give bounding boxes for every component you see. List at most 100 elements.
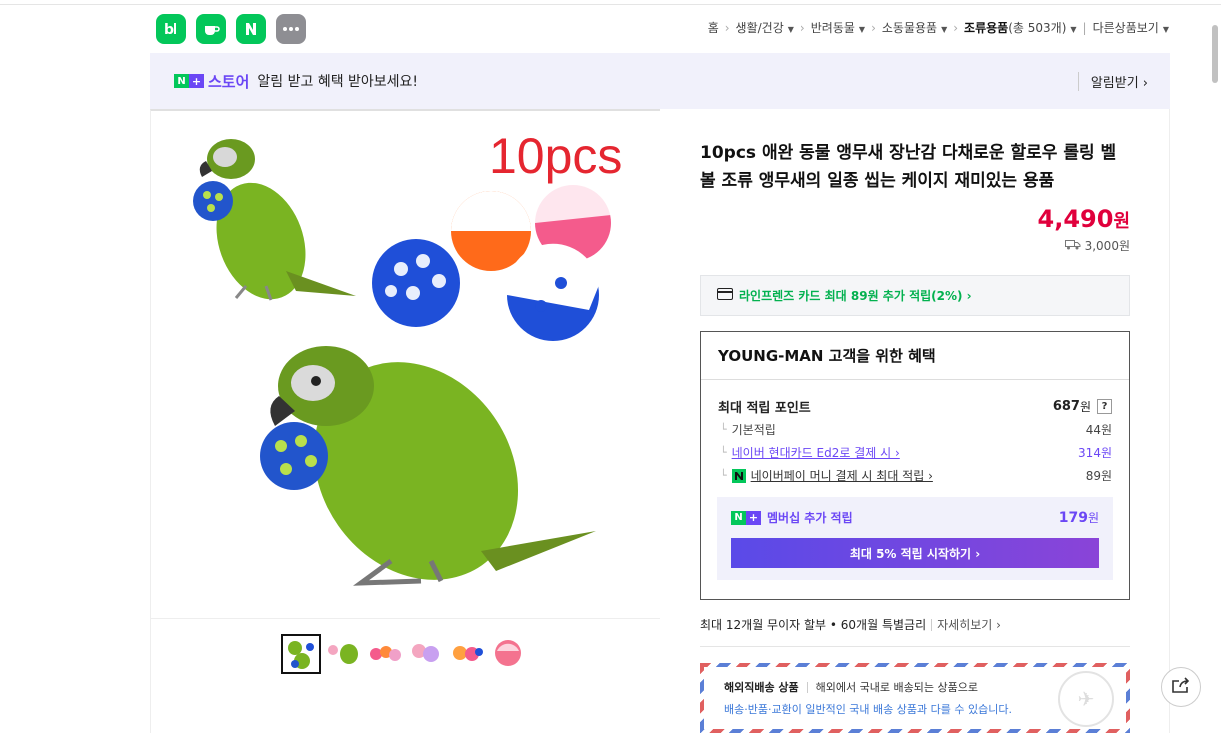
scrollbar-thumb[interactable]	[1212, 25, 1218, 83]
basic-points-value: 44원	[1085, 423, 1112, 437]
other-products-dropdown[interactable]: 다른상품보기 ▼	[1093, 19, 1169, 36]
tree-branch-icon: └	[720, 423, 727, 436]
membership-box: N + 멤버십 추가 적립 179원 최대 5% 적립 시작하기 ›	[717, 497, 1113, 580]
thumbnail-4[interactable]	[408, 634, 444, 672]
store-alert-banner: N + 스토어 알림 받고 혜택 받아보세요! 알림받기 ›	[150, 53, 1170, 109]
product-info: 10pcs 애완 동물 앵무새 장난감 다채로운 할로우 롤링 벨 볼 조류 앵…	[700, 139, 1130, 254]
membership-label: 멤버십 추가 적립	[767, 511, 853, 525]
airplane-stamp-icon: ✈	[1058, 671, 1114, 727]
customer-benefit-box: YOUNG-MAN 고객을 위한 혜택 최대 적립 포인트 687 원 ? └ 기본…	[700, 331, 1130, 600]
installment-text: 최대 12개월 무이자 할부 • 60개월 특별금리	[700, 618, 927, 632]
max-points-unit: 원	[1079, 399, 1091, 414]
blog-icon[interactable]: b	[156, 14, 186, 44]
installment-more-link[interactable]: 자세히보기 ›	[937, 616, 1001, 633]
installment-info: 최대 12개월 무이자 할부 • 60개월 특별금리 자세히보기 ›	[700, 616, 1130, 633]
npay-money-value: 89원	[1085, 469, 1112, 483]
membership-value: 179	[1058, 510, 1088, 526]
basic-points-label: 기본적립	[731, 423, 776, 437]
overseas-delivery-notice: 해외직배송 상품 해외에서 국내로 배송되는 상품으로 배송·반품·교환이 일반…	[700, 663, 1130, 733]
thumbnail-6[interactable]	[490, 634, 526, 672]
product-main-image[interactable]: 10pcs	[150, 109, 660, 619]
badge-n: N	[174, 74, 189, 88]
share-button[interactable]	[1161, 667, 1201, 707]
breadcrumb-pets[interactable]: 반려동물 ▼	[811, 19, 865, 36]
chevron-right-icon: ›	[953, 20, 959, 35]
naver-plus-badge: N +	[731, 510, 761, 525]
hyundai-card-link: 네이버 현대카드 Ed2로 결제 시 ›	[731, 446, 900, 460]
breadcrumb-label: 조류용품	[964, 21, 1009, 35]
alarm-button[interactable]: 알림받기 ›	[1077, 72, 1148, 91]
benefit-title: YOUNG-MAN 고객을 위한 혜택	[701, 332, 1129, 380]
caret-down-icon: ▼	[1162, 25, 1169, 34]
badge-plus: +	[746, 510, 761, 525]
caret-down-icon: ▼	[787, 25, 794, 34]
membership-unit: 원	[1087, 511, 1099, 525]
image-caption: 10pcs	[489, 128, 622, 184]
help-icon[interactable]: ?	[1097, 398, 1112, 414]
max-points-row: 최대 적립 포인트 687 원 ?	[718, 394, 1112, 418]
breadcrumb-label: 반려동물	[810, 21, 855, 35]
other-products-label: 다른상품보기	[1092, 21, 1159, 35]
divider	[700, 646, 1130, 647]
npay-icon	[731, 468, 746, 483]
more-apps-icon[interactable]	[276, 14, 306, 44]
top-divider	[0, 4, 1221, 5]
npay-money-row[interactable]: └ 네이버페이 머니 결제 시 최대 적립 › 89원	[718, 464, 1112, 487]
overseas-notice: 배송·반품·교환이 일반적인 국내 배송 상품과 다를 수 있습니다.	[724, 703, 1012, 716]
breadcrumb: 홈 › 생활/건강 ▼ › 반려동물 ▼ › 소동물용품 ▼ › 조류용품(총 503…	[708, 19, 1169, 36]
caret-down-icon: ▼	[1070, 25, 1077, 34]
share-icon	[1171, 676, 1191, 698]
thumbnail-2[interactable]	[326, 634, 362, 672]
overseas-desc: 해외에서 국내로 배송되는 상품으로	[815, 681, 978, 694]
thumbnail-5[interactable]	[449, 634, 485, 672]
max-points-value: 687	[1052, 398, 1080, 414]
chevron-right-icon: ›	[799, 20, 805, 35]
chevron-right-icon: ›	[871, 20, 876, 35]
card-benefit-banner[interactable]: 라인프렌즈 카드 최대 89원 추가 적립(2%) ›	[700, 275, 1130, 316]
card-benefit-text: 라인프렌즈 카드 최대 89원 추가 적립(2%) ›	[739, 289, 972, 303]
breadcrumb-bird-supplies[interactable]: 조류용품(총 503개) ▼	[964, 19, 1077, 36]
start-membership-button[interactable]: 최대 5% 적립 시작하기 ›	[731, 538, 1099, 568]
store-label: 스토어	[208, 72, 250, 91]
divider	[806, 681, 808, 693]
npay-money-link: 네이버페이 머니 결제 시 최대 적립 ›	[750, 469, 933, 483]
badge-n: N	[731, 510, 746, 525]
caret-down-icon: ▼	[858, 25, 866, 34]
cafe-icon[interactable]	[196, 14, 226, 44]
max-points-label: 최대 적립 포인트	[718, 400, 811, 416]
price-value: 4,490	[1037, 205, 1114, 233]
thumbnail-3[interactable]	[367, 634, 403, 672]
shipping-fee: 3,000원	[700, 237, 1130, 254]
bell-balls-illustration	[372, 180, 611, 341]
content-border	[1169, 109, 1170, 733]
thumbnail-strip	[150, 619, 660, 733]
divider	[931, 618, 933, 631]
truck-icon	[1064, 239, 1081, 253]
basic-points-row: └ 기본적립 44원	[718, 418, 1112, 441]
divider: |	[1082, 20, 1087, 35]
hyundai-card-value: 314원	[1078, 446, 1112, 460]
large-parrot-illustration	[260, 346, 596, 586]
breadcrumb-label: 소동물용품	[881, 21, 938, 35]
breadcrumb-home[interactable]: 홈	[708, 19, 719, 36]
breadcrumb-label: 생활/건강	[735, 21, 784, 35]
breadcrumb-living-health[interactable]: 생활/건강 ▼	[736, 19, 794, 36]
tree-branch-icon: └	[720, 446, 727, 459]
product-title: 10pcs 애완 동물 앵무새 장난감 다채로운 할로우 롤링 벨 볼 조류 앵…	[700, 143, 1117, 191]
small-parrot-illustration	[193, 139, 356, 301]
thumbnail-1[interactable]	[281, 634, 321, 674]
svg-text:b: b	[164, 22, 174, 38]
naver-plus-badge: N +	[174, 74, 204, 88]
price-unit: 원	[1113, 211, 1130, 232]
banner-message: 알림 받고 혜택 받아보세요!	[257, 74, 419, 90]
breadcrumb-count: (총 503개)	[1008, 21, 1067, 35]
tree-branch-icon: └	[720, 469, 727, 482]
chevron-right-icon: ›	[724, 20, 730, 35]
hyundai-card-row[interactable]: └ 네이버 현대카드 Ed2로 결제 시 › 314원	[718, 441, 1112, 464]
shopping-icon[interactable]	[236, 14, 266, 44]
breadcrumb-small-animals[interactable]: 소동물용품 ▼	[882, 19, 947, 36]
badge-plus: +	[189, 74, 204, 88]
price: 4,490원	[700, 205, 1130, 233]
app-icons: b	[156, 14, 306, 44]
shipping-value: 3,000원	[1084, 239, 1130, 253]
